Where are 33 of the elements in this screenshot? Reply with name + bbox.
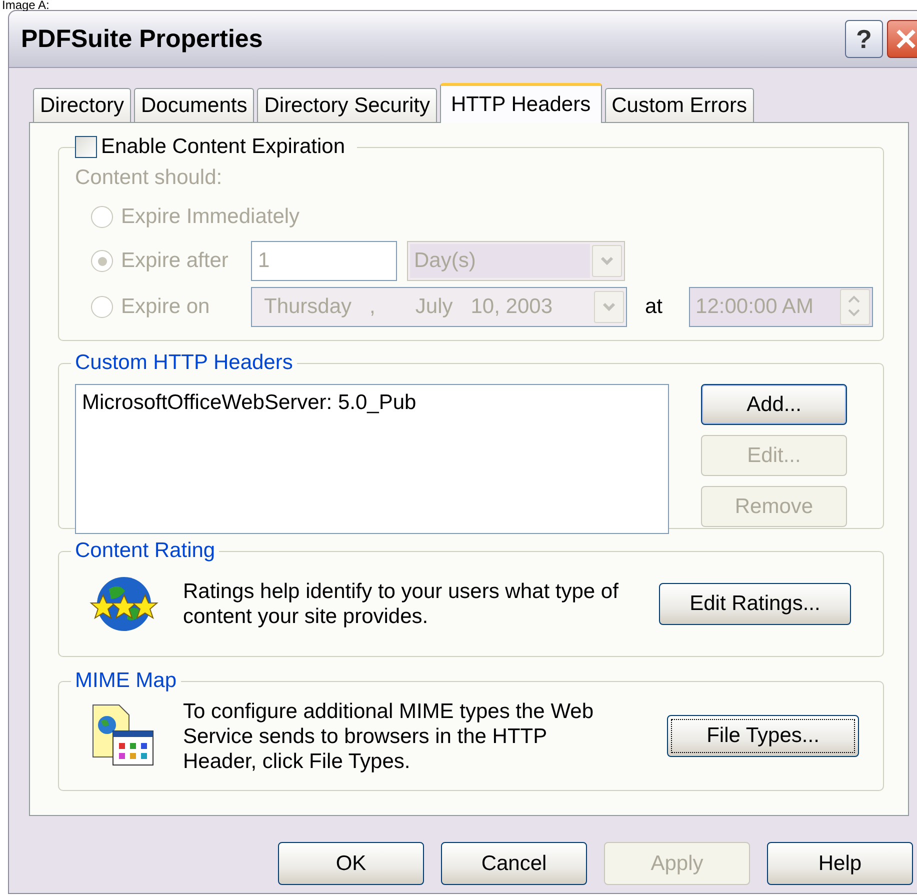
button[interactable]: Edit Ratings... bbox=[659, 583, 851, 625]
radio-label: Expire Immediately bbox=[121, 205, 300, 229]
checkbox-label: Enable Content Expiration bbox=[97, 135, 357, 159]
description-text: To configure additional MIME types the Web Service sends to browsers in the HTTP Header, click File Types. bbox=[183, 698, 594, 774]
button[interactable]: File Types... bbox=[667, 715, 859, 757]
tab[interactable]: Custom Errors bbox=[604, 88, 754, 122]
image-caption: Image A: bbox=[2, 0, 50, 10]
description-text: Ratings help identify to your users what type of content your site provides. bbox=[183, 579, 620, 629]
at-label: at bbox=[645, 295, 663, 319]
date-part: , bbox=[370, 295, 376, 319]
button[interactable]: Help bbox=[767, 842, 913, 885]
caret-icon bbox=[599, 255, 615, 267]
window-title: PDFSuite Properties bbox=[21, 24, 264, 54]
help-button[interactable]: ? bbox=[845, 20, 883, 58]
group-title: Content Rating bbox=[71, 539, 220, 563]
tab[interactable]: Directory Security bbox=[257, 88, 437, 122]
tab[interactable]: Documents bbox=[134, 88, 254, 122]
prompt-label: Content should: bbox=[75, 166, 224, 190]
tab[interactable]: HTTP Headers bbox=[440, 83, 602, 123]
button[interactable]: Cancel bbox=[441, 842, 587, 885]
date-part: July bbox=[415, 295, 453, 319]
close-icon bbox=[895, 28, 917, 50]
list-item[interactable]: MicrosoftOfficeWebServer: 5.0_Pub bbox=[82, 391, 662, 415]
radio-label: Expire on bbox=[121, 295, 211, 319]
radio-label: Expire after bbox=[121, 249, 230, 273]
close-button[interactable] bbox=[887, 20, 917, 58]
caret-icon bbox=[601, 301, 617, 313]
button[interactable]: Add... bbox=[701, 384, 847, 425]
tab[interactable]: Directory bbox=[33, 88, 132, 122]
button[interactable]: OK bbox=[278, 842, 424, 885]
header-list[interactable]: MicrosoftOfficeWebServer: 5.0_Pub bbox=[75, 384, 669, 534]
date-part: 10, 2003 bbox=[470, 295, 552, 319]
date-part: Thursday bbox=[264, 295, 352, 319]
